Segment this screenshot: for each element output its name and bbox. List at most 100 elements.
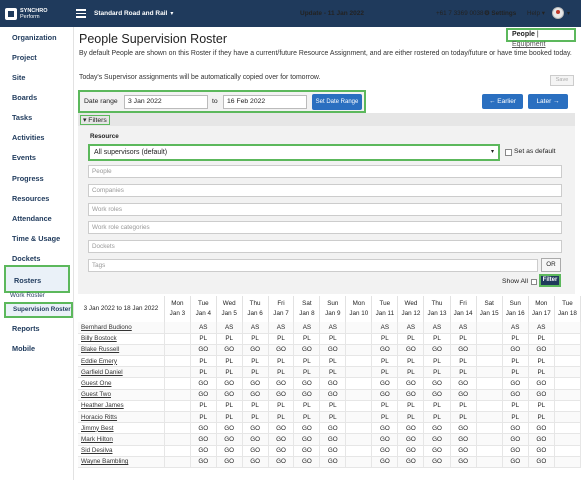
roster-cell[interactable]: PL [319, 333, 347, 345]
roster-cell[interactable] [476, 411, 503, 424]
roster-cell[interactable]: GO [190, 445, 217, 457]
roster-cell[interactable]: PL [268, 411, 295, 424]
roster-cell[interactable]: PL [450, 411, 477, 424]
roster-cell[interactable]: GO [190, 344, 217, 357]
sidebar-item-mobile[interactable]: Mobile [4, 340, 70, 358]
roster-cell[interactable]: GO [450, 344, 477, 357]
person-name-link[interactable]: Jimmy Best [78, 422, 165, 435]
roster-cell[interactable]: AS [502, 322, 529, 334]
roster-cell[interactable]: PL [528, 366, 555, 379]
roster-cell[interactable]: PL [293, 366, 321, 379]
roster-cell[interactable]: PL [268, 355, 295, 368]
roster-cell[interactable] [476, 366, 503, 379]
roster-cell[interactable]: GO [502, 456, 529, 468]
roster-cell[interactable]: PL [423, 400, 451, 413]
roster-cell[interactable]: PL [216, 366, 243, 379]
work-roles-filter-input[interactable]: Work roles [88, 203, 562, 216]
roster-cell[interactable] [476, 400, 503, 413]
roster-cell[interactable] [164, 344, 191, 357]
roster-cell[interactable]: GO [450, 422, 477, 435]
roster-cell[interactable]: GO [293, 389, 321, 401]
roster-cell[interactable]: PL [423, 333, 451, 345]
roster-cell[interactable] [554, 422, 581, 435]
sidebar-item-events[interactable]: Events [4, 149, 70, 167]
roster-cell[interactable]: GO [423, 456, 451, 468]
roster-cell[interactable]: PL [242, 355, 269, 368]
roster-cell[interactable]: GO [450, 389, 477, 401]
roster-cell[interactable]: GO [502, 445, 529, 457]
roster-cell[interactable]: GO [190, 389, 217, 401]
roster-cell[interactable]: GO [190, 422, 217, 435]
roster-cell[interactable]: PL [397, 333, 425, 345]
roster-cell[interactable]: PL [371, 400, 399, 413]
roster-cell[interactable]: PL [268, 400, 295, 413]
roster-cell[interactable]: GO [268, 422, 295, 435]
roster-cell[interactable] [345, 333, 373, 345]
roster-cell[interactable]: PL [528, 333, 555, 345]
roster-cell[interactable] [345, 322, 373, 334]
roster-cell[interactable] [164, 433, 191, 446]
roster-cell[interactable]: GO [319, 433, 347, 446]
roster-cell[interactable]: AS [371, 322, 399, 334]
chevron-down-icon[interactable]: ▾ [170, 10, 173, 17]
roster-cell[interactable] [164, 333, 191, 345]
roster-cell[interactable]: AS [397, 322, 425, 334]
sidebar-item-site[interactable]: Site [4, 69, 70, 87]
roster-cell[interactable]: GO [502, 389, 529, 401]
dockets-filter-input[interactable]: Dockets [88, 240, 562, 253]
roster-cell[interactable]: GO [293, 377, 321, 390]
roster-cell[interactable] [164, 322, 191, 334]
avatar[interactable] [552, 7, 564, 19]
roster-cell[interactable] [476, 422, 503, 435]
person-name-link[interactable]: Guest Two [78, 389, 165, 401]
roster-cell[interactable]: GO [268, 377, 295, 390]
sidebar-item-tasks[interactable]: Tasks [4, 109, 70, 127]
roster-cell[interactable]: GO [397, 456, 425, 468]
sidebar-item-attendance[interactable]: Attendance [4, 210, 70, 228]
roster-cell[interactable]: PL [397, 400, 425, 413]
roster-cell[interactable]: PL [293, 411, 321, 424]
roster-cell[interactable]: AS [450, 322, 477, 334]
roster-cell[interactable]: GO [268, 445, 295, 457]
person-name-link[interactable]: Wayne Bambling [78, 456, 165, 468]
roster-cell[interactable]: GO [293, 344, 321, 357]
filter-button[interactable]: Filter [539, 274, 561, 287]
roster-cell[interactable] [164, 355, 191, 368]
roster-cell[interactable] [554, 344, 581, 357]
roster-cell[interactable]: GO [293, 456, 321, 468]
roster-cell[interactable]: GO [319, 389, 347, 401]
roster-cell[interactable]: PL [423, 366, 451, 379]
roster-cell[interactable]: GO [502, 377, 529, 390]
roster-cell[interactable]: AS [319, 322, 347, 334]
roster-cell[interactable] [345, 344, 373, 357]
roster-cell[interactable] [345, 422, 373, 435]
people-filter-input[interactable]: People [88, 165, 562, 178]
avatar-chevron-down-icon[interactable]: ▾ [567, 10, 570, 17]
roster-cell[interactable]: GO [242, 377, 269, 390]
roster-cell[interactable]: PL [293, 355, 321, 368]
roster-cell[interactable]: GO [423, 422, 451, 435]
sidebar-item-organization[interactable]: Organization [4, 29, 70, 47]
roster-cell[interactable] [345, 456, 373, 468]
tab-equipment[interactable]: Equipment [512, 41, 545, 48]
roster-cell[interactable]: AS [190, 322, 217, 334]
person-name-link[interactable]: Guest One [78, 377, 165, 390]
roster-cell[interactable]: GO [242, 456, 269, 468]
roster-cell[interactable]: PL [423, 355, 451, 368]
roster-cell[interactable]: GO [216, 433, 243, 446]
roster-cell[interactable]: PL [528, 411, 555, 424]
sidebar-item-rosters[interactable]: Rosters [4, 265, 70, 293]
roster-cell[interactable]: GO [423, 433, 451, 446]
roster-cell[interactable]: PL [319, 366, 347, 379]
roster-cell[interactable]: GO [293, 433, 321, 446]
roster-cell[interactable] [554, 445, 581, 457]
person-name-link[interactable]: Blake Russell [78, 344, 165, 357]
person-name-link[interactable]: Garfield Daniel [78, 366, 165, 379]
roster-cell[interactable] [476, 377, 503, 390]
roster-cell[interactable]: GO [371, 389, 399, 401]
roster-cell[interactable] [164, 445, 191, 457]
roster-cell[interactable] [476, 456, 503, 468]
roster-cell[interactable] [164, 366, 191, 379]
sidebar-item-boards[interactable]: Boards [4, 89, 70, 107]
roster-cell[interactable]: GO [450, 377, 477, 390]
